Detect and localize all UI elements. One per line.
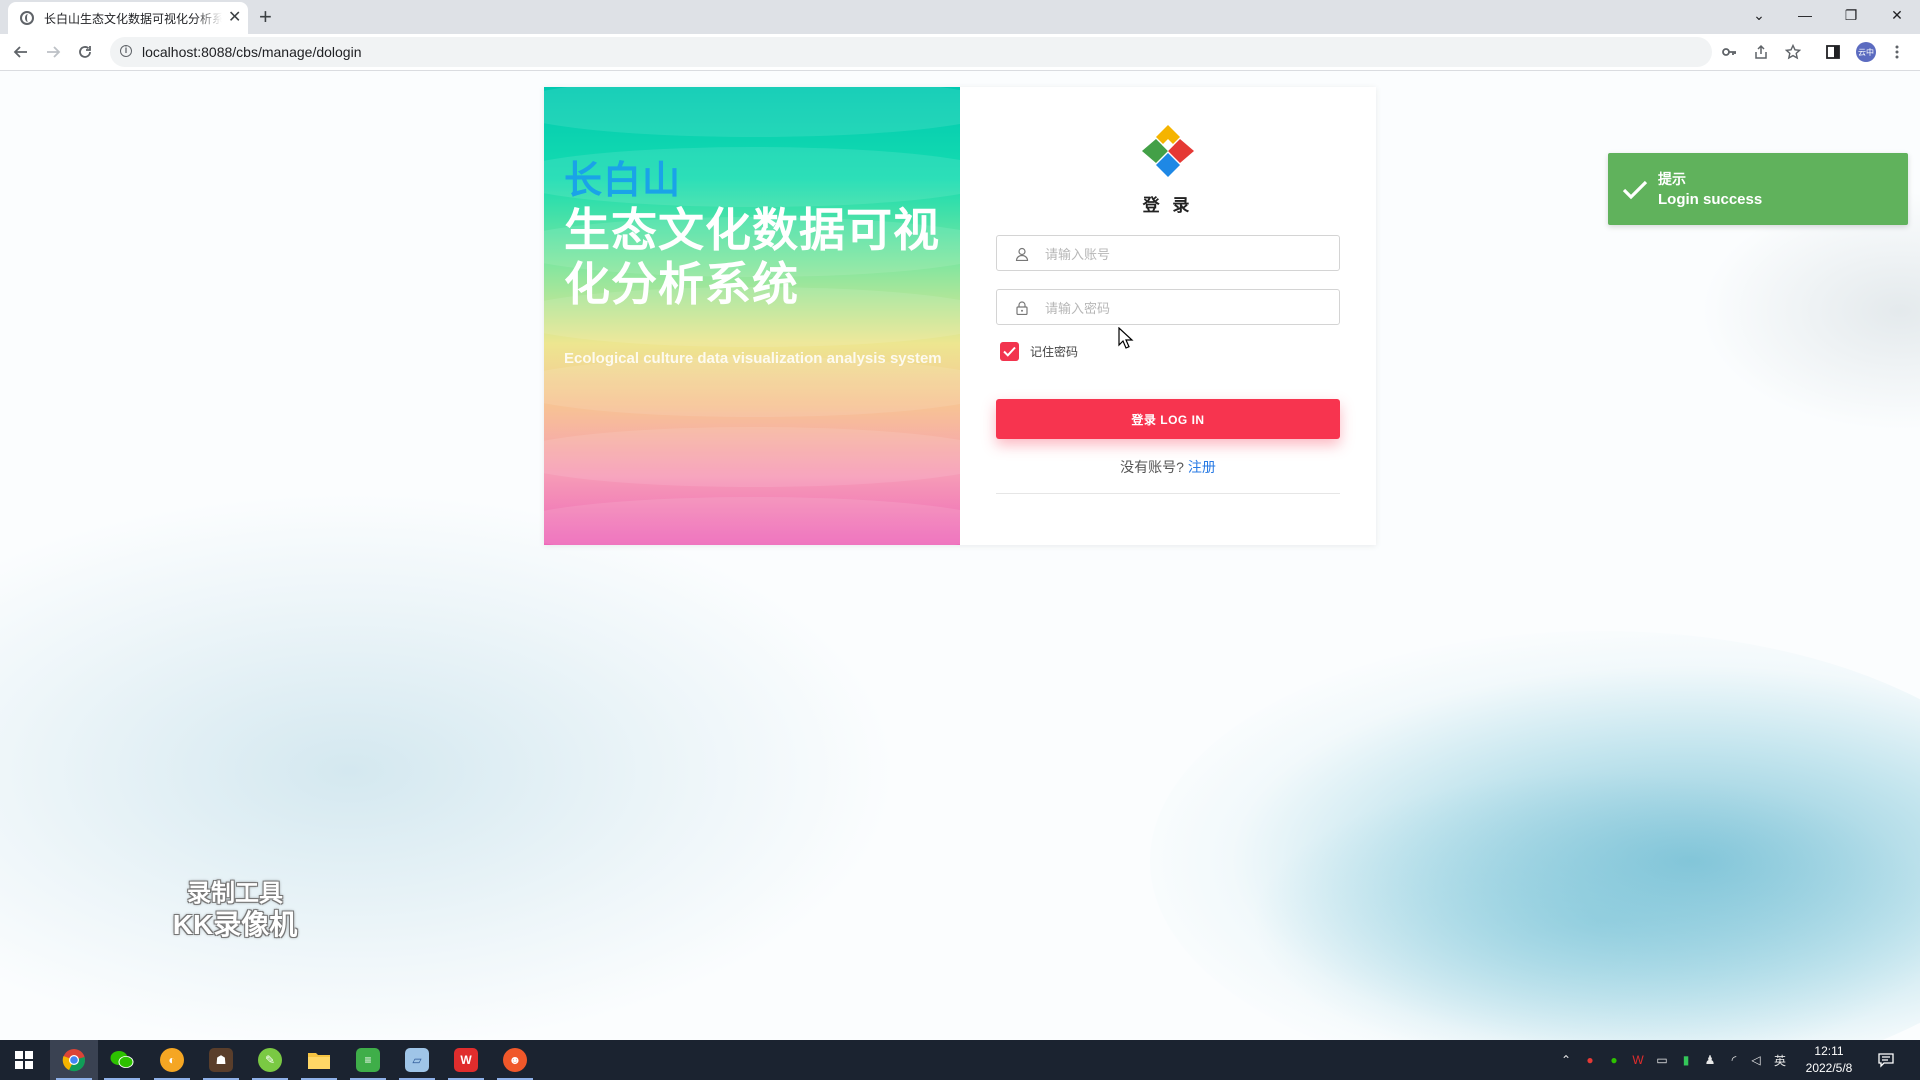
remember-checkbox[interactable] bbox=[1000, 342, 1019, 361]
start-button[interactable] bbox=[0, 1040, 48, 1080]
toast-message: Login success bbox=[1658, 191, 1763, 208]
wechat-icon bbox=[110, 1051, 134, 1068]
divider bbox=[996, 493, 1340, 494]
wps-icon: W bbox=[454, 1048, 478, 1072]
tab-search-icon[interactable]: ⌄ bbox=[1736, 0, 1782, 30]
tray-overflow-icon[interactable]: ⌃ bbox=[1558, 1052, 1574, 1068]
toast-title: 提示 bbox=[1658, 171, 1686, 187]
register-prompt: 没有账号? 注册 bbox=[960, 457, 1376, 477]
success-toast: 提示 Login success bbox=[1608, 153, 1908, 225]
login-title: 登 录 bbox=[1142, 196, 1194, 215]
page-background: 长白山 生态文化数据可视化分析系统 Ecological culture dat… bbox=[0, 71, 1920, 1040]
tray-battery-icon[interactable]: ▮ bbox=[1678, 1052, 1694, 1068]
login-card: 长白山 生态文化数据可视化分析系统 Ecological culture dat… bbox=[544, 87, 1376, 545]
tray-ime-indicator[interactable]: 英 bbox=[1772, 1052, 1788, 1068]
bookmark-star-icon[interactable] bbox=[1784, 43, 1802, 61]
checkmark-icon bbox=[1003, 346, 1016, 357]
remember-password[interactable]: 记住密码 bbox=[1000, 342, 1078, 361]
tray-network-icon[interactable]: ◜ bbox=[1726, 1052, 1742, 1068]
watermark-line-1: 录制工具 bbox=[187, 880, 283, 907]
minimize-button[interactable]: — bbox=[1782, 0, 1828, 30]
red-app-icon: ☻ bbox=[503, 1048, 527, 1072]
taskbar-red-app[interactable]: ☻ bbox=[491, 1040, 539, 1080]
globe-icon bbox=[20, 11, 34, 25]
clock-time: 12:11 bbox=[1814, 1044, 1844, 1058]
taskbar-file-explorer[interactable] bbox=[295, 1040, 343, 1080]
audio-app-icon: ◐ bbox=[160, 1048, 184, 1072]
notepad-icon: ≡ bbox=[356, 1048, 380, 1072]
password-field[interactable] bbox=[996, 289, 1340, 326]
taskbar-paper-app[interactable]: ▱ bbox=[393, 1040, 441, 1080]
paper-app-icon: ▱ bbox=[405, 1048, 429, 1072]
tab-title: 长白山生态文化数据可视化分析系统 bbox=[44, 11, 222, 26]
restore-button[interactable]: ❐ bbox=[1828, 0, 1874, 30]
file-explorer-icon bbox=[308, 1053, 330, 1069]
logo-icon bbox=[1142, 125, 1194, 177]
taskbar-chrome[interactable] bbox=[50, 1040, 98, 1080]
tray-security-icon[interactable]: ● bbox=[1582, 1052, 1598, 1068]
share-icon[interactable] bbox=[1752, 43, 1770, 61]
login-form: 登 录 请输入账号 记住密码 登录 LOG IN 没有账号? 注册 bbox=[960, 87, 1376, 545]
new-tab-button[interactable]: + bbox=[259, 5, 272, 29]
tray-volume-icon[interactable]: ◁ bbox=[1748, 1052, 1764, 1068]
hero-wave bbox=[544, 87, 960, 137]
windows-taskbar: ◐ ☗ ✎ ≡ ▱ W ☻ ⌃ ● ● W ▭ ▮ ♟ ◜ ◁ 英 12:11 … bbox=[0, 1040, 1920, 1080]
taskbar-game-app[interactable]: ☗ bbox=[197, 1040, 245, 1080]
chrome-icon bbox=[62, 1049, 85, 1072]
profile-avatar[interactable]: 云中 bbox=[1856, 42, 1876, 62]
taskbar-clock[interactable]: 12:11 2022/5/8 bbox=[1794, 1043, 1864, 1077]
game-app-icon: ☗ bbox=[209, 1048, 233, 1072]
green-app-icon: ✎ bbox=[258, 1048, 282, 1072]
address-bar[interactable]: i localhost:8088/cbs/manage/dologin bbox=[110, 37, 1712, 67]
remember-label: 记住密码 bbox=[1030, 345, 1079, 359]
hero-title: 生态文化数据可视化分析系统 bbox=[564, 204, 940, 310]
site-info-icon[interactable]: i bbox=[120, 45, 132, 57]
clock-date: 2022/5/8 bbox=[1805, 1061, 1853, 1075]
tray-qq-icon[interactable]: ♟ bbox=[1702, 1052, 1718, 1068]
register-link[interactable]: 注册 bbox=[1188, 459, 1216, 475]
mouse-cursor-icon bbox=[1118, 327, 1134, 349]
taskbar-wechat[interactable] bbox=[98, 1040, 146, 1080]
user-icon bbox=[1015, 247, 1029, 261]
side-panel-icon[interactable] bbox=[1824, 43, 1842, 61]
background-mist bbox=[1700, 191, 1920, 431]
reload-icon[interactable] bbox=[74, 41, 96, 63]
hero-wave bbox=[544, 497, 960, 545]
taskbar-notepad[interactable]: ≡ bbox=[344, 1040, 392, 1080]
lock-icon bbox=[1016, 301, 1028, 315]
no-account-text: 没有账号? bbox=[1120, 459, 1184, 475]
hero-wave bbox=[544, 427, 960, 487]
tray-device-icon[interactable]: ▭ bbox=[1654, 1052, 1670, 1068]
tray-wps-icon[interactable]: W bbox=[1630, 1052, 1646, 1068]
browser-tab[interactable]: 长白山生态文化数据可视化分析系统 ✕ bbox=[8, 2, 248, 34]
address-url: localhost:8088/cbs/manage/dologin bbox=[142, 44, 362, 60]
recorder-watermark: 录制工具 KK录像机 bbox=[160, 879, 310, 941]
tray-wechat-icon[interactable]: ● bbox=[1606, 1052, 1622, 1068]
taskbar-audio-app[interactable]: ◐ bbox=[148, 1040, 196, 1080]
browser-toolbar: i localhost:8088/cbs/manage/dologin 云中 bbox=[0, 34, 1920, 71]
password-input[interactable] bbox=[1043, 290, 1337, 326]
check-icon bbox=[1622, 180, 1648, 200]
username-input[interactable] bbox=[1043, 236, 1337, 272]
taskbar-wps[interactable]: W bbox=[442, 1040, 490, 1080]
browser-tab-strip: 长白山生态文化数据可视化分析系统 ✕ + ⌄ — ❐ ✕ bbox=[0, 0, 1920, 34]
login-button[interactable]: 登录 LOG IN bbox=[996, 399, 1340, 439]
forward-icon[interactable] bbox=[42, 41, 64, 63]
back-icon[interactable] bbox=[10, 41, 32, 63]
password-key-icon[interactable] bbox=[1720, 43, 1738, 61]
more-menu-icon[interactable] bbox=[1888, 43, 1906, 61]
notification-center-icon[interactable] bbox=[1876, 1050, 1896, 1070]
close-window-button[interactable]: ✕ bbox=[1874, 0, 1920, 30]
hero-subtitle: Ecological culture data visualization an… bbox=[564, 350, 942, 367]
start-icon bbox=[15, 1051, 33, 1069]
watermark-line-2: KK录像机 bbox=[172, 909, 298, 940]
hero-panel: 长白山 生态文化数据可视化分析系统 Ecological culture dat… bbox=[544, 87, 960, 545]
tab-close-icon[interactable]: ✕ bbox=[228, 10, 241, 26]
taskbar-green-app[interactable]: ✎ bbox=[246, 1040, 294, 1080]
username-field[interactable] bbox=[996, 235, 1340, 272]
background-mist bbox=[0, 491, 900, 1040]
hero-title-small: 长白山 bbox=[564, 160, 682, 202]
